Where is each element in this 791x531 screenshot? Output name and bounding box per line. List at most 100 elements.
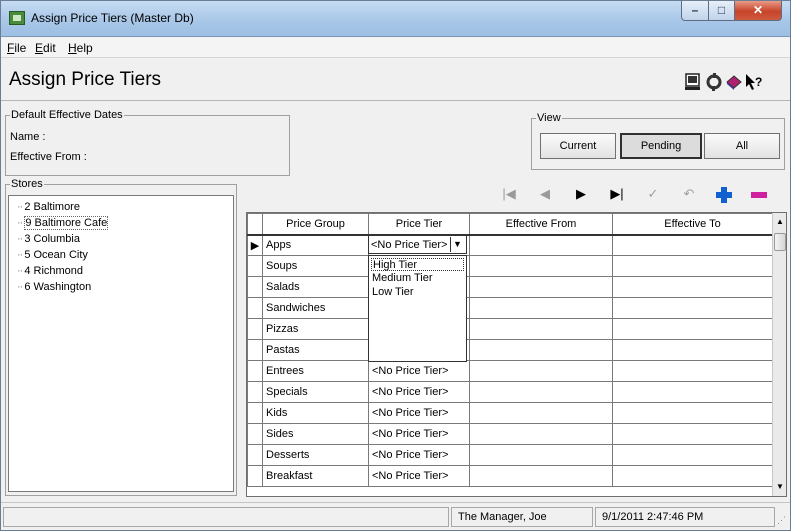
dropdown-option[interactable]: High Tier [371,258,464,271]
price-group-cell[interactable]: Pastas [262,339,369,361]
chevron-down-icon[interactable]: ▼ [450,237,464,252]
row-header[interactable] [247,444,263,466]
row-header[interactable] [247,381,263,403]
store-item[interactable]: 3 Columbia [17,233,80,247]
effective-to-cell[interactable] [612,444,773,466]
row-header[interactable] [247,423,263,445]
table-row[interactable]: Breakfast <No Price Tier> [247,465,773,487]
table-row[interactable]: Desserts <No Price Tier> [247,444,773,466]
price-tier-cell[interactable]: <No Price Tier> [368,465,470,487]
next-record-icon[interactable]: ▶ [570,184,592,204]
store-item[interactable]: 2 Baltimore [17,201,80,215]
table-row[interactable]: ▶ Apps [247,234,773,256]
table-row[interactable]: Soups [247,255,773,277]
row-header[interactable] [247,339,263,361]
table-row[interactable]: Salads [247,276,773,298]
resize-grip-icon[interactable]: ⋰ [777,515,787,527]
effective-from-cell[interactable] [469,318,613,340]
screen-icon[interactable] [684,73,702,91]
effective-from-cell[interactable] [469,297,613,319]
scroll-up-arrow-icon[interactable]: ▲ [773,213,787,231]
price-group-cell[interactable]: Breakfast [262,465,369,487]
refresh-icon[interactable] [705,73,723,91]
price-tier-cell[interactable]: <No Price Tier> [368,444,470,466]
effective-from-cell[interactable] [469,339,613,361]
column-header-effective-from[interactable]: Effective From [469,213,613,236]
price-tier-combobox[interactable]: <No Price Tier> ▼ [368,235,467,254]
table-row[interactable]: Pizzas [247,318,773,340]
effective-to-cell[interactable] [612,381,773,403]
price-group-cell[interactable]: Salads [262,276,369,298]
price-group-cell[interactable]: Pizzas [262,318,369,340]
effective-to-cell[interactable] [612,339,773,361]
row-header[interactable] [247,465,263,487]
row-header[interactable] [247,360,263,382]
effective-from-cell[interactable] [469,255,613,277]
book-icon[interactable] [725,73,743,91]
price-group-cell[interactable]: Desserts [262,444,369,466]
effective-from-cell[interactable] [469,402,613,424]
price-tier-cell[interactable]: <No Price Tier> [368,423,470,445]
price-group-cell[interactable]: Sides [262,423,369,445]
table-row[interactable]: Kids <No Price Tier> [247,402,773,424]
effective-from-cell[interactable] [469,234,613,256]
stores-tree[interactable]: 2 Baltimore 9 Baltimore Cafe 3 Columbia … [8,195,234,492]
store-item-selected[interactable]: 9 Baltimore Cafe [17,216,109,231]
row-header[interactable] [247,297,263,319]
price-group-cell[interactable]: Specials [262,381,369,403]
scroll-down-arrow-icon[interactable]: ▼ [773,478,787,496]
delete-record-icon[interactable] [750,192,768,198]
undo-icon[interactable]: ↶ [678,184,700,204]
effective-from-cell[interactable] [469,276,613,298]
effective-to-cell[interactable] [612,402,773,424]
menu-help[interactable]: Help [68,41,93,55]
dropdown-option[interactable]: Low Tier [371,286,415,299]
effective-from-cell[interactable] [469,360,613,382]
last-record-icon[interactable]: ▶| [606,184,628,204]
minimize-button[interactable]: – [681,1,709,21]
table-row[interactable]: Pastas [247,339,773,361]
row-header[interactable] [247,255,263,277]
menu-edit[interactable]: Edit [35,41,56,55]
price-tier-grid[interactable]: Price Group Price Tier Effective From Ef… [246,212,787,497]
store-item[interactable]: 6 Washington [17,281,91,295]
price-group-cell[interactable]: Sandwiches [262,297,369,319]
effective-from-cell[interactable] [469,381,613,403]
grid-vertical-scrollbar[interactable]: ▲ ▼ [772,213,786,496]
price-tier-cell[interactable]: <No Price Tier> [368,360,470,382]
effective-to-cell[interactable] [612,255,773,277]
view-current-button[interactable]: Current [540,133,616,159]
menu-file[interactable]: File [7,41,26,55]
first-record-icon[interactable]: |◀ [498,184,520,204]
effective-to-cell[interactable] [612,297,773,319]
table-row[interactable]: Sides <No Price Tier> [247,423,773,445]
view-pending-button[interactable]: Pending [620,133,702,159]
store-item[interactable]: 5 Ocean City [17,249,88,263]
effective-from-cell[interactable] [469,444,613,466]
effective-to-cell[interactable] [612,360,773,382]
table-row[interactable]: Specials <No Price Tier> [247,381,773,403]
help-icon[interactable]: ? [745,73,763,91]
add-record-icon[interactable] [715,186,733,204]
row-header[interactable] [247,402,263,424]
price-tier-cell[interactable]: <No Price Tier> [368,402,470,424]
previous-record-icon[interactable]: ◀ [534,184,556,204]
scroll-thumb[interactable] [774,233,786,251]
maximize-button[interactable]: □ [708,1,735,21]
price-group-cell[interactable]: Soups [262,255,369,277]
view-all-button[interactable]: All [704,133,780,159]
price-group-cell[interactable]: Kids [262,402,369,424]
column-header-effective-to[interactable]: Effective To [612,213,773,236]
row-header[interactable] [247,318,263,340]
price-tier-cell[interactable]: <No Price Tier> [368,381,470,403]
row-header[interactable] [247,276,263,298]
confirm-edit-icon[interactable]: ✓ [642,184,664,204]
effective-to-cell[interactable] [612,423,773,445]
column-header-price-group[interactable]: Price Group [262,213,369,236]
table-row[interactable]: Entrees <No Price Tier> [247,360,773,382]
close-button[interactable]: ✕ [734,1,782,21]
table-row[interactable]: Sandwiches [247,297,773,319]
price-group-cell[interactable]: Apps [262,234,369,256]
dropdown-option[interactable]: Medium Tier [371,272,434,285]
column-header-price-tier[interactable]: Price Tier [368,213,470,236]
